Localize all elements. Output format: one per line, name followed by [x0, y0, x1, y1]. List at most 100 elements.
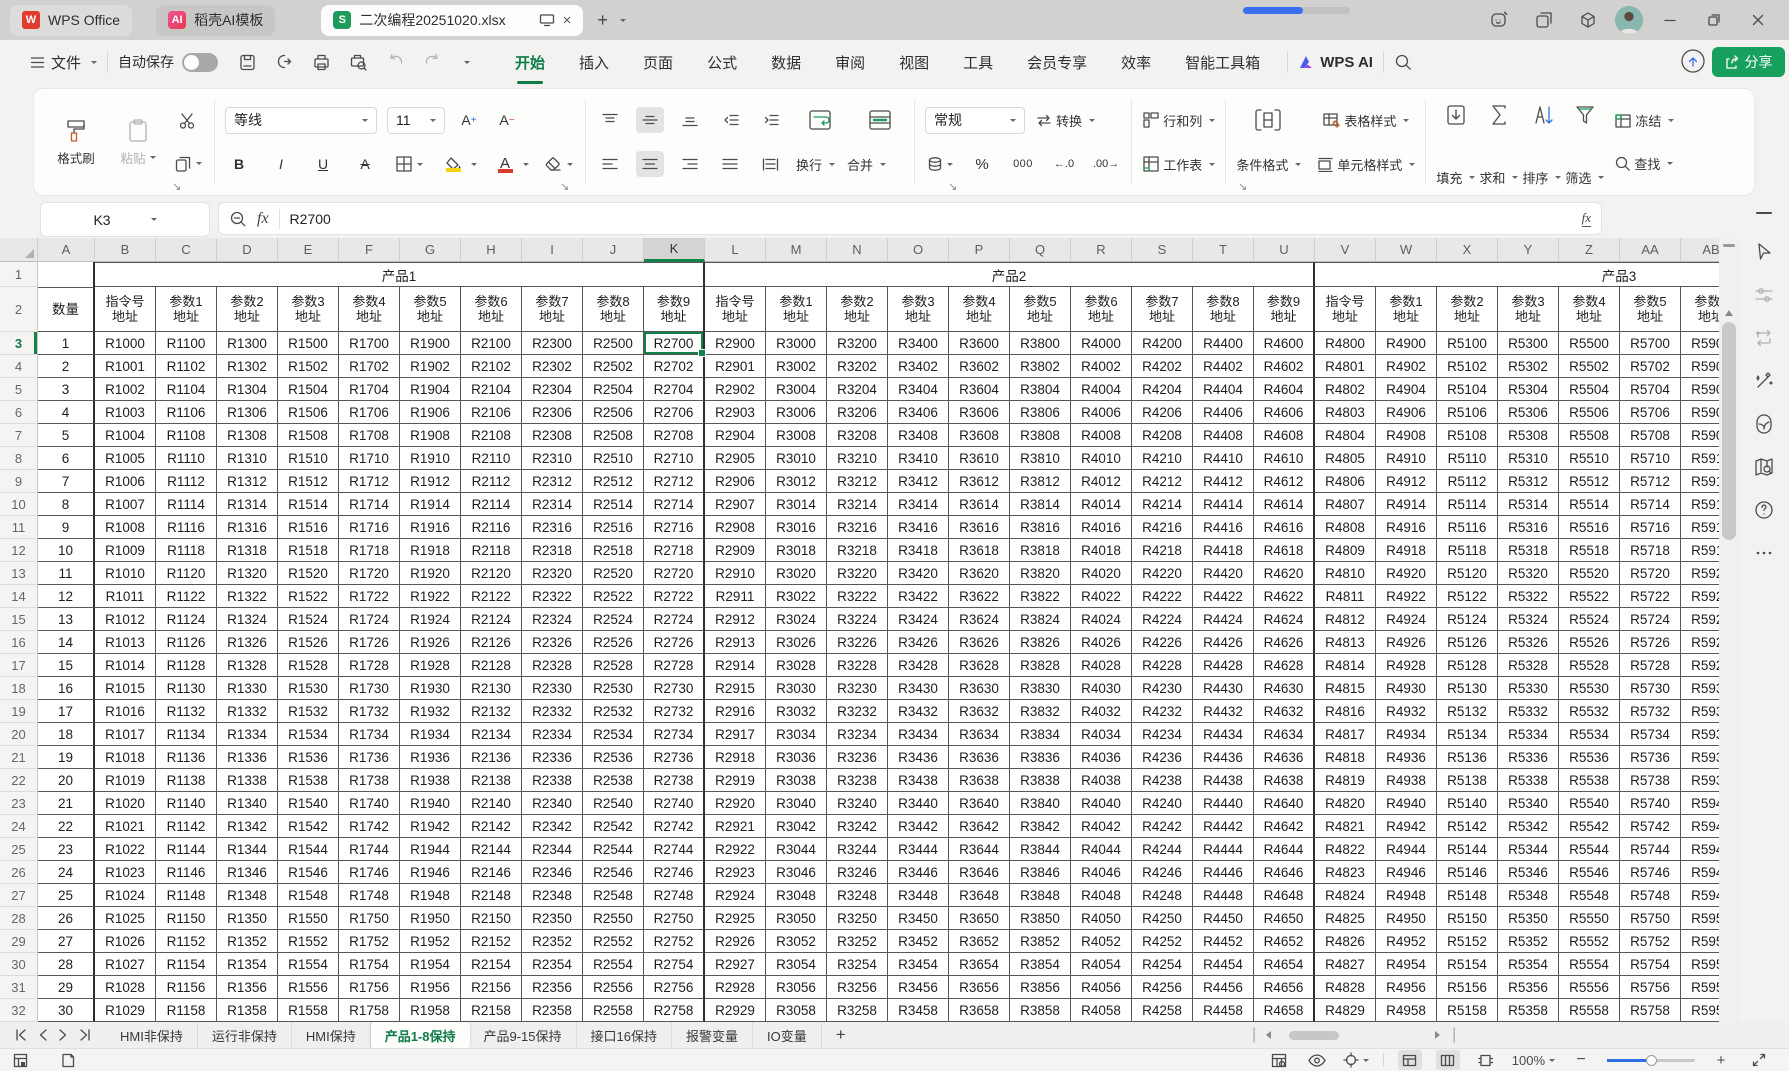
- cell-T10[interactable]: R4414: [1193, 493, 1254, 516]
- cell-G32[interactable]: R1958: [400, 999, 461, 1022]
- conditional-format-button[interactable]: 条件格式: [1236, 155, 1301, 174]
- cell-V30[interactable]: R4827: [1315, 953, 1376, 976]
- cell-Q32[interactable]: R3858: [1010, 999, 1071, 1022]
- cell-R16[interactable]: R4026: [1071, 631, 1132, 654]
- cell-J24[interactable]: R2542: [583, 815, 644, 838]
- repeat-loop-icon[interactable]: [1754, 316, 1774, 359]
- cell-E23[interactable]: R1540: [278, 792, 339, 815]
- cell-E21[interactable]: R1536: [278, 746, 339, 769]
- cell-I23[interactable]: R2340: [522, 792, 583, 815]
- cell-Z4[interactable]: R5502: [1559, 355, 1620, 378]
- cell-AA30[interactable]: R5754: [1620, 953, 1681, 976]
- cell-H25[interactable]: R2144: [461, 838, 522, 861]
- cell-D30[interactable]: R1354: [217, 953, 278, 976]
- cell-AB15[interactable]: R5924: [1681, 608, 1719, 631]
- cell-T11[interactable]: R4416: [1193, 516, 1254, 539]
- cell-X16[interactable]: R5126: [1437, 631, 1498, 654]
- cell-O25[interactable]: R3444: [888, 838, 949, 861]
- cell-M12[interactable]: R3018: [766, 539, 827, 562]
- cell-N22[interactable]: R3238: [827, 769, 888, 792]
- cell-Z29[interactable]: R5552: [1559, 930, 1620, 953]
- cell-E29[interactable]: R1552: [278, 930, 339, 953]
- cell-D3[interactable]: R1300: [217, 332, 278, 355]
- cell-AB13[interactable]: R5920: [1681, 562, 1719, 585]
- cell-F27[interactable]: R1748: [339, 884, 400, 907]
- cell-S22[interactable]: R4238: [1132, 769, 1193, 792]
- cell-M16[interactable]: R3026: [766, 631, 827, 654]
- cell-E13[interactable]: R1520: [278, 562, 339, 585]
- row-header-4[interactable]: 4: [0, 355, 38, 378]
- cell-B8[interactable]: R1005: [95, 447, 156, 470]
- cell-B4[interactable]: R1001: [95, 355, 156, 378]
- cell-S15[interactable]: R4224: [1132, 608, 1193, 631]
- sheet-tab[interactable]: HMI保持: [292, 1022, 371, 1048]
- cell-H13[interactable]: R2120: [461, 562, 522, 585]
- column-header-H[interactable]: H: [461, 238, 522, 262]
- cell-AB26[interactable]: R5946: [1681, 861, 1719, 884]
- normal-view-button[interactable]: [1398, 1050, 1422, 1070]
- cell-O32[interactable]: R3458: [888, 999, 949, 1022]
- table-tools-icon[interactable]: [1267, 1050, 1291, 1070]
- cell-S29[interactable]: R4252: [1132, 930, 1193, 953]
- cell[interactable]: 14: [38, 631, 95, 654]
- menu-tab-页面[interactable]: 页面: [643, 52, 673, 73]
- cell-M23[interactable]: R3040: [766, 792, 827, 815]
- cell-V24[interactable]: R4821: [1315, 815, 1376, 838]
- cell-Z5[interactable]: R5504: [1559, 378, 1620, 401]
- cell-X6[interactable]: R5106: [1437, 401, 1498, 424]
- cell-AA4[interactable]: R5702: [1620, 355, 1681, 378]
- cell-B9[interactable]: R1006: [95, 470, 156, 493]
- cell-S5[interactable]: R4204: [1132, 378, 1193, 401]
- cell-O29[interactable]: R3452: [888, 930, 949, 953]
- cell-Z31[interactable]: R5556: [1559, 976, 1620, 999]
- header-cell-Q2[interactable]: 参数5地址: [1010, 287, 1071, 332]
- cell-G5[interactable]: R1904: [400, 378, 461, 401]
- cell-H14[interactable]: R2122: [461, 585, 522, 608]
- cell-X26[interactable]: R5146: [1437, 861, 1498, 884]
- cell-Y7[interactable]: R5308: [1498, 424, 1559, 447]
- cell-L15[interactable]: R2912: [705, 608, 766, 631]
- font-expand-icon[interactable]: ↘: [560, 180, 569, 193]
- cell-B30[interactable]: R1027: [95, 953, 156, 976]
- cell-W3[interactable]: R4900: [1376, 332, 1437, 355]
- cell-G23[interactable]: R1940: [400, 792, 461, 815]
- cell-D27[interactable]: R1348: [217, 884, 278, 907]
- cell-H7[interactable]: R2108: [461, 424, 522, 447]
- cell-F5[interactable]: R1704: [339, 378, 400, 401]
- cell[interactable]: 9: [38, 516, 95, 539]
- cell-D5[interactable]: R1304: [217, 378, 278, 401]
- scroll-up-arrow-icon[interactable]: [1725, 306, 1733, 316]
- row-header-25[interactable]: 25: [0, 838, 38, 861]
- column-header-F[interactable]: F: [339, 238, 400, 262]
- cell-J29[interactable]: R2552: [583, 930, 644, 953]
- cell-Z9[interactable]: R5512: [1559, 470, 1620, 493]
- cell-G17[interactable]: R1928: [400, 654, 461, 677]
- cell-S32[interactable]: R4258: [1132, 999, 1193, 1022]
- cell-B22[interactable]: R1019: [95, 769, 156, 792]
- cell[interactable]: 15: [38, 654, 95, 677]
- cell-I31[interactable]: R2356: [522, 976, 583, 999]
- cell-AB8[interactable]: R5910: [1681, 447, 1719, 470]
- column-header-B[interactable]: B: [95, 238, 156, 262]
- cell-S16[interactable]: R4226: [1132, 631, 1193, 654]
- column-header-L[interactable]: L: [705, 238, 766, 262]
- cell-E18[interactable]: R1530: [278, 677, 339, 700]
- cell-U26[interactable]: R4646: [1254, 861, 1315, 884]
- autosave-control[interactable]: 自动保存: [118, 52, 218, 72]
- row-header-12[interactable]: 12: [0, 539, 38, 562]
- cell-Y11[interactable]: R5316: [1498, 516, 1559, 539]
- cell-M4[interactable]: R3002: [766, 355, 827, 378]
- cell-AB25[interactable]: R5944: [1681, 838, 1719, 861]
- row-header-19[interactable]: 19: [0, 700, 38, 723]
- cell-P5[interactable]: R3604: [949, 378, 1010, 401]
- cell-D17[interactable]: R1328: [217, 654, 278, 677]
- name-box[interactable]: K3: [40, 202, 210, 237]
- cell-O5[interactable]: R3404: [888, 378, 949, 401]
- cell-S7[interactable]: R4208: [1132, 424, 1193, 447]
- cell-W32[interactable]: R4958: [1376, 999, 1437, 1022]
- help-icon[interactable]: [1754, 488, 1774, 531]
- cell[interactable]: 7: [38, 470, 95, 493]
- cell-AB21[interactable]: R5936: [1681, 746, 1719, 769]
- cell-V16[interactable]: R4813: [1315, 631, 1376, 654]
- cell-S18[interactable]: R4230: [1132, 677, 1193, 700]
